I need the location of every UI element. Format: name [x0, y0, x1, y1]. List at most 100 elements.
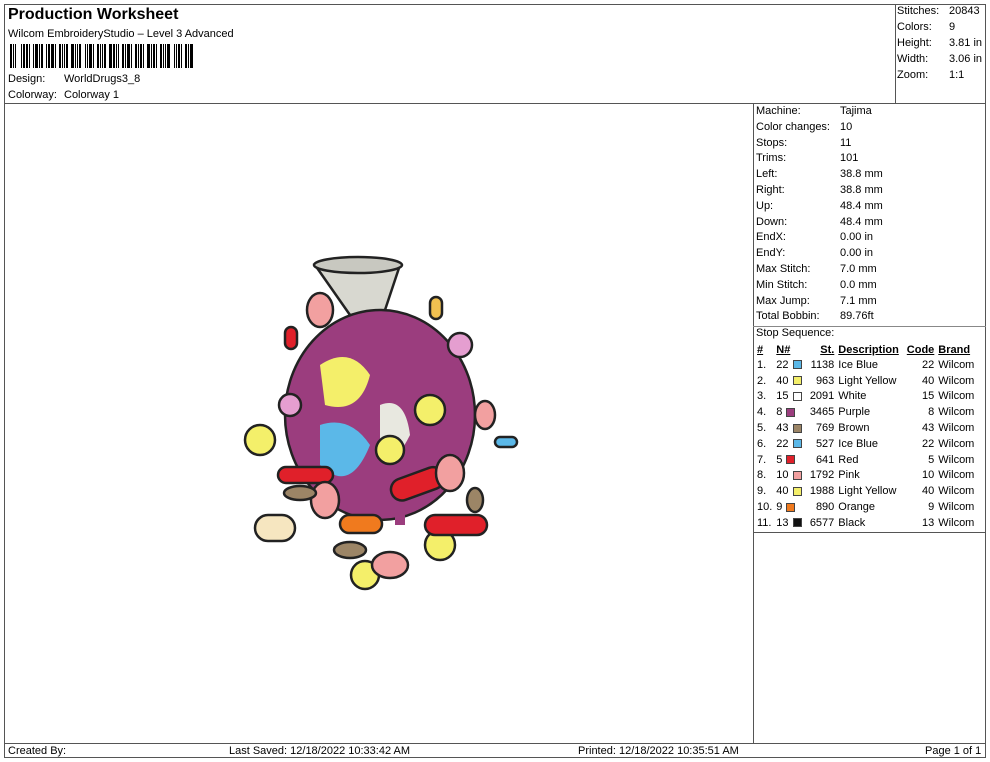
- barcode-bar: [69, 44, 70, 68]
- stop-sequence-row: 4. 8 3465 Purple 8 Wilcom: [755, 404, 976, 420]
- machine-info-row: Max Stitch: 7.0 mm: [756, 263, 877, 279]
- machine-info-row: Color changes: 10: [756, 120, 852, 137]
- sidebar-divider: [753, 103, 754, 743]
- barcode-bar: [145, 44, 146, 68]
- barcode-bar: [167, 44, 170, 68]
- footer-page: Page 1 of 1: [925, 745, 982, 757]
- stop-sequence-row: 11. 13 6577 Black 13 Wilcom: [755, 515, 976, 531]
- needle-cell: 43: [774, 420, 804, 436]
- machine-info-value: Tajima: [840, 105, 872, 117]
- needle-number: 10: [776, 469, 789, 482]
- barcode-bar: [95, 44, 96, 68]
- cell-code: 40: [922, 374, 935, 387]
- color-swatch: [792, 392, 802, 402]
- cell-code: 40: [922, 485, 935, 498]
- barcode-bar: [107, 44, 108, 68]
- barcode-bar: [133, 44, 134, 68]
- stop-sequence-row: 5. 43 769 Brown 43 Wilcom: [755, 420, 976, 436]
- barcode-bar: [75, 44, 76, 68]
- machine-info-label: Total Bobbin:: [756, 310, 820, 323]
- cell-brand: Wilcom: [938, 485, 975, 498]
- col-index: #: [757, 343, 764, 356]
- machine-info-row: Stops: 11: [756, 137, 851, 153]
- cell-st: 963: [815, 374, 835, 387]
- barcode-bar: [174, 44, 175, 68]
- cell-code: 43: [922, 422, 935, 435]
- stop-sequence-title: Stop Sequence:: [756, 327, 835, 339]
- machine-info-row: Min Stitch: 0.0 mm: [756, 278, 877, 295]
- colorway-label: Colorway:: [8, 89, 57, 101]
- barcode-bar: [143, 44, 144, 68]
- barcode-bar: [46, 44, 47, 68]
- barcode-bar: [153, 44, 155, 68]
- barcode-bar: [116, 44, 117, 68]
- barcode-bar: [125, 44, 126, 68]
- barcode-bar: [79, 44, 81, 68]
- barcode-bar: [17, 44, 20, 68]
- cell-st: 769: [815, 422, 835, 435]
- barcode-bar: [48, 44, 50, 68]
- machine-info-value: 0.00 in: [840, 231, 874, 244]
- machine-info-value: 10: [840, 120, 853, 133]
- machine-info-row: Left: 38.8 mm: [756, 168, 883, 184]
- cell-code: 5: [928, 453, 935, 466]
- color-swatch: [792, 471, 802, 481]
- color-swatch: [792, 423, 802, 433]
- barcode-bar: [23, 44, 25, 68]
- machine-info-row: Total Bobbin: 89.76ft: [756, 310, 874, 326]
- machine-info-value: 38.8 mm: [840, 184, 883, 196]
- cell-st: 6577: [809, 516, 835, 529]
- machine-info-value: 0.00 in: [840, 247, 874, 260]
- barcode-bar: [82, 44, 84, 68]
- summary-row: Stitches: 20843: [897, 5, 980, 17]
- needle-number: 15: [776, 390, 789, 403]
- cell-brand: Wilcom: [938, 437, 975, 450]
- design-value: WorldDrugs3_8: [64, 73, 141, 85]
- barcode-bar: [93, 44, 94, 68]
- barcode-bar: [44, 44, 45, 68]
- cell-idx: 7.: [757, 453, 767, 466]
- stop-sequence-row: 9. 40 1988 Light Yellow 40 Wilcom: [755, 483, 976, 499]
- barcode-bar: [158, 44, 159, 68]
- cell-code: 15: [922, 390, 935, 403]
- design-label: Design:: [8, 73, 46, 85]
- machine-info-label: Color changes:: [756, 120, 830, 133]
- barcode-bar: [156, 44, 157, 68]
- color-swatch: [792, 439, 802, 449]
- barcode-bar: [163, 44, 164, 68]
- machine-info-label: Right:: [756, 184, 785, 196]
- stop-sequence-header: # N# St. Description Code Brand: [755, 342, 976, 357]
- barcode-bar: [62, 44, 63, 68]
- cell-st: 3465: [809, 406, 835, 419]
- barcode-bar: [120, 44, 121, 68]
- summary-row: Height: 3.81 in: [897, 37, 983, 49]
- stop-sequence-row: 8. 10 1792 Pink 10 Wilcom: [755, 468, 976, 484]
- cell-desc: Ice Blue: [838, 437, 879, 450]
- barcode-bar: [127, 44, 130, 68]
- header-divider: [4, 103, 986, 104]
- cell-idx: 5.: [757, 422, 767, 435]
- cell-idx: 8.: [757, 469, 767, 482]
- cell-code: 13: [922, 516, 935, 529]
- stop-sequence-row: 10. 9 890 Orange 9 Wilcom: [755, 499, 976, 515]
- needle-cell: 9: [774, 499, 804, 515]
- colorway-value: Colorway 1: [64, 89, 120, 101]
- needle-number: 40: [776, 374, 789, 387]
- cell-desc: Black: [838, 516, 866, 529]
- machine-info-label: Min Stitch:: [756, 278, 808, 291]
- barcode-bar: [57, 44, 58, 68]
- barcode-bar: [26, 44, 28, 68]
- machine-info-label: Left:: [756, 168, 778, 181]
- cell-st: 527: [815, 437, 835, 450]
- machine-info-value: 7.0 mm: [840, 263, 877, 275]
- barcode-bar: [131, 44, 132, 68]
- machine-info-label: Machine:: [756, 105, 801, 117]
- machine-info-value: 89.76ft: [840, 310, 874, 323]
- barcode-bar: [89, 44, 92, 68]
- cell-brand: Wilcom: [938, 390, 975, 403]
- needle-cell: 10: [774, 468, 804, 484]
- cell-idx: 4.: [757, 406, 767, 419]
- needle-cell: 40: [774, 483, 804, 499]
- needle-number: 13: [776, 516, 789, 529]
- cell-brand: Wilcom: [938, 406, 975, 419]
